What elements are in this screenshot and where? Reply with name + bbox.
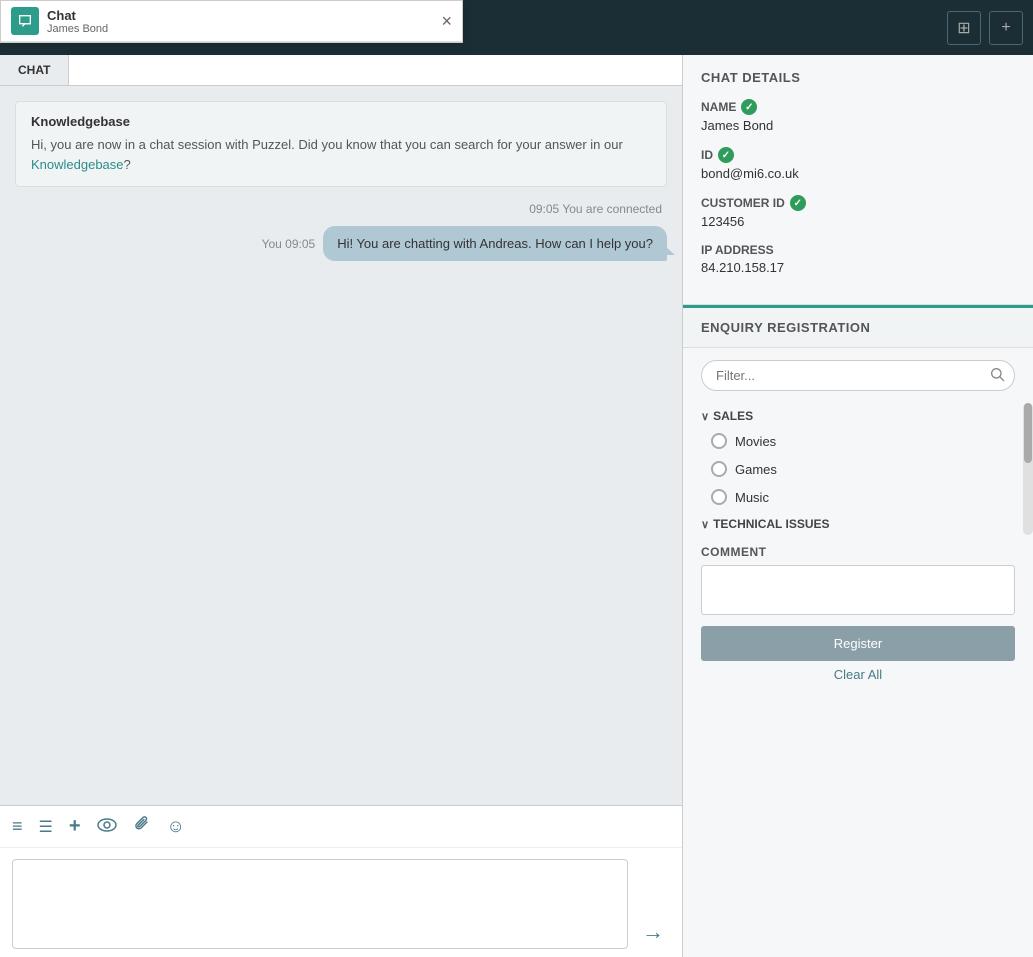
movies-radio[interactable] (711, 433, 727, 449)
customer-id-detail-row: Customer ID ✓ 123456 (701, 195, 1015, 229)
games-item[interactable]: Games (701, 455, 1015, 483)
scrollbar-track (1023, 403, 1033, 535)
agent-message-time: You 09:05 (262, 237, 316, 251)
ip-label: IP ADDRESS (701, 243, 1015, 257)
search-icon (989, 366, 1005, 386)
music-label: Music (735, 490, 769, 505)
technical-issues-label: TECHNICAL ISSUES (713, 517, 829, 531)
plus-icon-button[interactable]: + (989, 11, 1023, 45)
plus-toolbar-button[interactable]: + (69, 815, 81, 838)
kb-title: Knowledgebase (31, 114, 651, 129)
enquiry-section: ENQUIRY REGISTRATION (683, 305, 1033, 957)
chat-title-text-block: Chat James Bond (47, 8, 108, 35)
clip-toolbar-button[interactable] (133, 814, 151, 839)
kb-link[interactable]: Knowledgebase (31, 157, 124, 172)
register-button[interactable]: Register (701, 626, 1015, 661)
name-value: James Bond (701, 118, 1015, 133)
id-label: ID ✓ (701, 147, 1015, 163)
main-layout: CHAT Knowledgebase Hi, you are now in a … (0, 55, 1033, 957)
clear-all-link[interactable]: Clear All (701, 667, 1015, 682)
customer-id-label: Customer ID ✓ (701, 195, 1015, 211)
movies-label: Movies (735, 434, 776, 449)
lines-icon: ≡ (12, 816, 23, 836)
ip-value: 84.210.158.17 (701, 260, 1015, 275)
ip-detail-row: IP ADDRESS 84.210.158.17 (701, 243, 1015, 275)
kb-text-part1: Hi, you are now in a chat session with P… (31, 137, 623, 152)
chat-tab[interactable]: CHAT (0, 55, 69, 85)
filter-input[interactable] (701, 360, 1015, 391)
agent-message-row: You 09:05 Hi! You are chatting with Andr… (15, 226, 667, 261)
scrollbar-thumb[interactable] (1024, 403, 1032, 463)
send-button[interactable]: → (636, 915, 670, 949)
sales-chevron-icon: ∨ (701, 410, 709, 423)
clip-icon (133, 818, 151, 838)
filter-bar (683, 348, 1033, 403)
eye-icon (97, 816, 117, 836)
input-area: → (0, 847, 682, 957)
chat-window-icon (11, 7, 39, 35)
chat-close-button[interactable]: × (441, 11, 452, 32)
customer-id-check-icon: ✓ (790, 195, 806, 211)
right-panel: CHAT DETAILS NAME ✓ James Bond ID ✓ bond… (683, 55, 1033, 957)
list-icon: ☰ (39, 819, 53, 836)
topbar-icons: ⊞ + (947, 11, 1023, 45)
plus-icon: + (69, 815, 81, 837)
message-input[interactable] (12, 859, 628, 949)
chat-details-section: CHAT DETAILS NAME ✓ James Bond ID ✓ bond… (683, 55, 1033, 305)
chat-window-subtitle: James Bond (47, 23, 108, 35)
chat-window-header: Chat James Bond × (1, 1, 462, 42)
plus-icon: + (1001, 19, 1010, 37)
chat-area: CHAT Knowledgebase Hi, you are now in a … (0, 55, 683, 957)
toolbar-area: ≡ ☰ + (0, 805, 682, 847)
name-check-icon: ✓ (741, 99, 757, 115)
kb-text-part2: ? (124, 157, 131, 172)
enquiry-header: ENQUIRY REGISTRATION (683, 305, 1033, 348)
list-toolbar-button[interactable]: ☰ (39, 816, 53, 837)
games-radio[interactable] (711, 461, 727, 477)
agent-message-bubble: Hi! You are chatting with Andreas. How c… (323, 226, 667, 261)
id-detail-row: ID ✓ bond@mi6.co.uk (701, 147, 1015, 181)
grid-icon: ⊞ (957, 18, 970, 38)
name-label: NAME ✓ (701, 99, 1015, 115)
chat-window-title: Chat (47, 8, 108, 23)
sales-category-header[interactable]: ∨ SALES (701, 403, 1015, 427)
chat-title-area: Chat James Bond (11, 7, 108, 35)
comment-label: COMMENT (701, 545, 1015, 559)
sales-label: SALES (713, 409, 753, 423)
technical-chevron-icon: ∨ (701, 518, 709, 531)
technical-issues-category-header[interactable]: ∨ TECHNICAL ISSUES (701, 511, 1015, 535)
eye-toolbar-button[interactable] (97, 816, 117, 837)
lines-toolbar-button[interactable]: ≡ (12, 816, 23, 837)
movies-item[interactable]: Movies (701, 427, 1015, 455)
send-icon: → (642, 919, 664, 944)
emoji-toolbar-button[interactable]: ☺ (167, 816, 185, 837)
id-check-icon: ✓ (718, 147, 734, 163)
comment-input[interactable] (701, 565, 1015, 615)
category-list: ∨ SALES Movies Games Music (683, 403, 1033, 535)
chat-window: Chat James Bond × (0, 0, 463, 43)
customer-id-value: 123456 (701, 214, 1015, 229)
category-list-container: ∨ SALES Movies Games Music (683, 403, 1033, 535)
grid-icon-button[interactable]: ⊞ (947, 11, 981, 45)
comment-section: COMMENT Register Clear All (683, 535, 1033, 692)
name-detail-row: NAME ✓ James Bond (701, 99, 1015, 133)
kb-message: Knowledgebase Hi, you are now in a chat … (15, 101, 667, 187)
games-label: Games (735, 462, 777, 477)
chat-tab-bar: CHAT (0, 55, 682, 86)
music-item[interactable]: Music (701, 483, 1015, 511)
id-value: bond@mi6.co.uk (701, 166, 1015, 181)
kb-text: Hi, you are now in a chat session with P… (31, 135, 651, 174)
system-message: 09:05 You are connected (15, 202, 667, 216)
messages-area: Knowledgebase Hi, you are now in a chat … (0, 86, 682, 805)
emoji-icon: ☺ (167, 816, 185, 836)
music-radio[interactable] (711, 489, 727, 505)
chat-details-header: CHAT DETAILS (701, 70, 1015, 85)
filter-input-wrap (701, 360, 1015, 391)
